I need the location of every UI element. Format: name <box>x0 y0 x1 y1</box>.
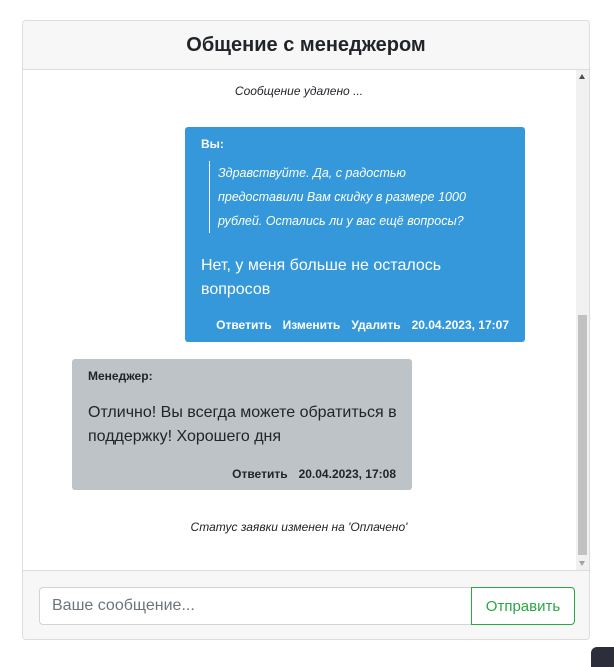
message-timestamp: 20.04.2023, 17:08 <box>298 467 396 481</box>
message-text: Отлично! Вы всегда можете обратиться в п… <box>88 404 397 445</box>
reply-button[interactable]: Ответить <box>232 467 287 481</box>
system-message-deleted: Сообщение удалено ... <box>234 84 364 98</box>
message-input[interactable] <box>39 587 473 625</box>
message-composer: Отправить <box>23 570 589 639</box>
message-timestamp: 20.04.2023, 17:07 <box>411 318 509 332</box>
message-actions: Ответить 20.04.2023, 17:08 <box>232 467 396 481</box>
manager-message: Менеджер: Отлично! Вы всегда можете обра… <box>72 359 412 490</box>
delete-button[interactable]: Удалить <box>351 318 400 332</box>
reply-button[interactable]: Ответить <box>216 318 271 332</box>
scroll-thumb[interactable] <box>578 315 587 555</box>
own-message: Вы: Здравствуйте. Да, с радостью предост… <box>185 127 525 342</box>
message-author: Вы: <box>201 137 224 151</box>
vertical-scrollbar[interactable] <box>576 70 589 570</box>
message-actions: Ответить Изменить Удалить 20.04.2023, 17… <box>216 318 509 332</box>
chat-title: Общение с менеджером <box>186 33 426 56</box>
edit-button[interactable]: Изменить <box>283 318 341 332</box>
quoted-message: Здравствуйте. Да, с радостью предоставил… <box>209 161 488 233</box>
message-text: Нет, у меня больше не осталось вопросов <box>201 257 442 298</box>
scroll-up-icon[interactable] <box>579 74 585 79</box>
chat-card: Общение с менеджером Сообщение удалено .… <box>22 20 590 640</box>
corner-widget[interactable] <box>591 647 614 667</box>
message-list[interactable]: Сообщение удалено ... Вы: Здравствуйте. … <box>23 70 589 570</box>
scroll-down-icon[interactable] <box>579 561 585 566</box>
chat-header: Общение с менеджером <box>23 21 589 70</box>
system-message-status: Статус заявки изменен на 'Оплачено' <box>190 520 408 534</box>
send-button[interactable]: Отправить <box>471 587 575 625</box>
message-author: Менеджер: <box>88 369 153 383</box>
